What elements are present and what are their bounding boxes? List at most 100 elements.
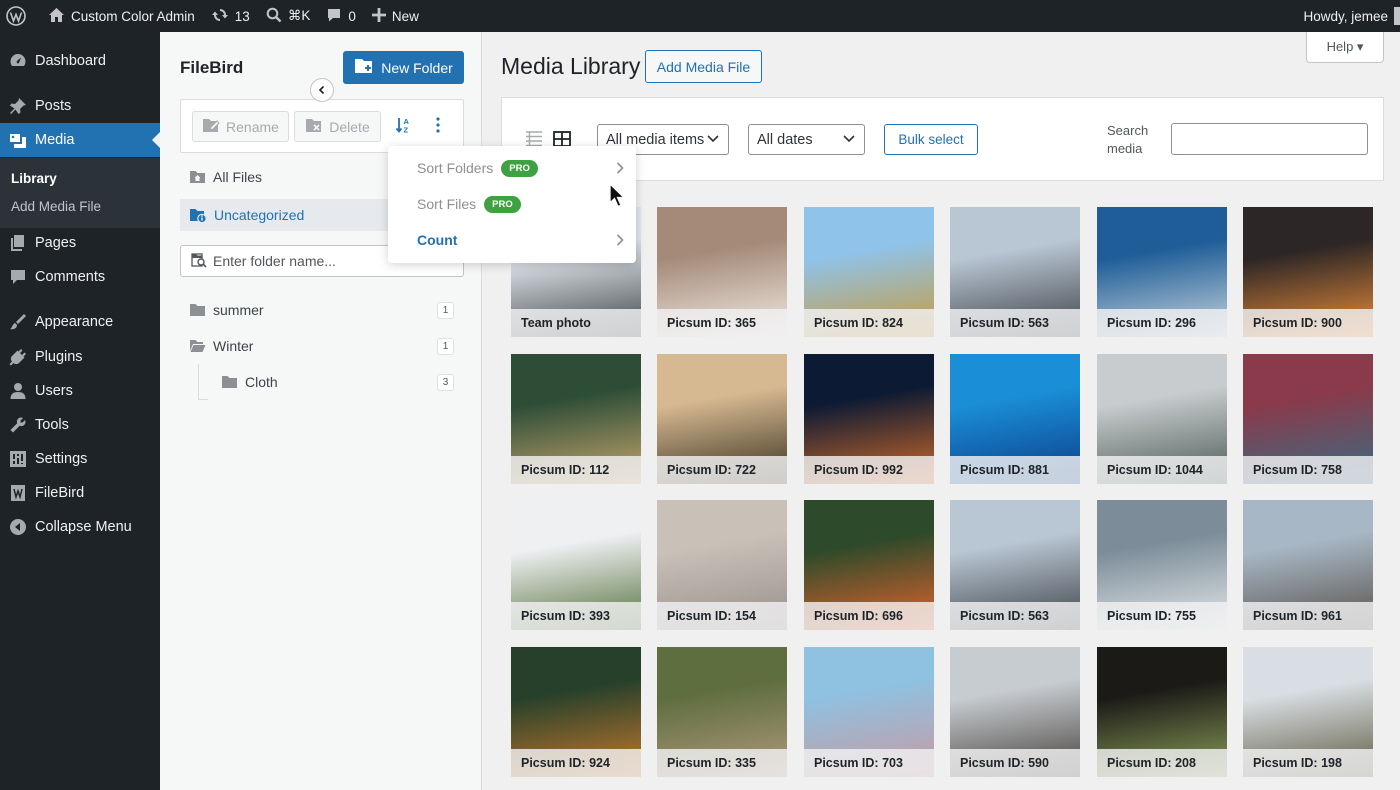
- menu-label: Collapse Menu: [35, 519, 132, 535]
- folder-summer[interactable]: summer 1: [180, 294, 464, 326]
- menu-count[interactable]: Count: [417, 230, 457, 250]
- media-thumbnail[interactable]: Picsum ID: 703: [804, 647, 934, 777]
- submenu-add-media-file[interactable]: Add Media File: [11, 199, 101, 214]
- folder-cloth[interactable]: Cloth 3: [212, 366, 464, 398]
- chevron-left-icon: [317, 82, 327, 98]
- admin-sidebar: Dashboard Posts Media Library Add Media …: [0, 32, 160, 790]
- thumbnail-caption: Picsum ID: 924: [511, 749, 641, 777]
- menu-item-label: Sort Files: [417, 196, 477, 212]
- media-thumbnail[interactable]: Picsum ID: 198: [1243, 647, 1373, 777]
- chevron-down-icon: [707, 135, 719, 143]
- menu-dashboard[interactable]: Dashboard: [0, 44, 160, 78]
- date-select[interactable]: All dates: [748, 124, 865, 155]
- folder-label: Uncategorized: [214, 207, 305, 223]
- tree-connector: [198, 364, 208, 400]
- media-thumbnail[interactable]: Picsum ID: 992: [804, 354, 934, 484]
- add-media-file-button[interactable]: Add Media File: [645, 50, 762, 83]
- search-media-label: Search media: [1107, 123, 1149, 156]
- comment-icon: [8, 267, 28, 287]
- menu-media[interactable]: Media: [0, 123, 160, 157]
- media-thumbnail[interactable]: Picsum ID: 961: [1243, 500, 1373, 630]
- thumbnail-caption: Picsum ID: 365: [657, 309, 787, 337]
- menu-tools[interactable]: Tools: [0, 408, 160, 442]
- search-media-input[interactable]: [1171, 123, 1368, 155]
- new-folder-label: New Folder: [381, 59, 453, 76]
- thumbnail-caption: Picsum ID: 703: [804, 749, 934, 777]
- wrench-icon: [8, 415, 28, 435]
- admin-search-link[interactable]: ⌘K: [258, 0, 319, 32]
- folder-label: All Files: [213, 169, 263, 185]
- thumbnail-caption: Team photo: [511, 309, 641, 337]
- menu-settings[interactable]: Settings: [0, 442, 160, 476]
- my-account[interactable]: Howdy, jemee: [1303, 0, 1400, 32]
- menu-label: Posts: [35, 98, 72, 114]
- thumbnail-caption: Picsum ID: 198: [1243, 749, 1373, 777]
- folder-label: summer: [213, 302, 264, 318]
- folder-count: 1: [437, 338, 454, 355]
- media-thumbnail[interactable]: Picsum ID: 881: [950, 354, 1080, 484]
- submenu-library[interactable]: Library: [11, 171, 57, 186]
- page-title: Media Library: [501, 53, 641, 79]
- thumbnail-caption: Picsum ID: 208: [1097, 749, 1227, 777]
- media-thumbnail[interactable]: Picsum ID: 393: [511, 500, 641, 630]
- menu-collapse[interactable]: Collapse Menu: [0, 510, 160, 544]
- media-thumbnail[interactable]: Picsum ID: 208: [1097, 647, 1227, 777]
- media-thumbnail[interactable]: Picsum ID: 154: [657, 500, 787, 630]
- media-thumbnail[interactable]: Picsum ID: 722: [657, 354, 787, 484]
- delete-button[interactable]: Delete: [294, 111, 381, 142]
- media-thumbnail[interactable]: Picsum ID: 563: [950, 207, 1080, 337]
- sort-button[interactable]: AZ: [394, 115, 414, 137]
- comments-count: 0: [348, 8, 356, 24]
- media-thumbnail[interactable]: Picsum ID: 755: [1097, 500, 1227, 630]
- folder-winter[interactable]: Winter 1: [180, 330, 464, 362]
- media-thumbnail[interactable]: Picsum ID: 758: [1243, 354, 1373, 484]
- new-folder-icon: [354, 57, 381, 78]
- menu-appearance[interactable]: Appearance: [0, 305, 160, 339]
- collapse-panel-button[interactable]: [310, 78, 334, 102]
- more-options-button[interactable]: [428, 115, 448, 137]
- filebird-title: FileBird: [180, 58, 244, 77]
- folder-toolbar: Rename Delete AZ: [180, 99, 464, 153]
- media-thumbnail[interactable]: Picsum ID: 696: [804, 500, 934, 630]
- new-content-link[interactable]: New: [364, 0, 427, 32]
- media-thumbnail[interactable]: Picsum ID: 900: [1243, 207, 1373, 337]
- menu-plugins[interactable]: Plugins: [0, 340, 160, 374]
- search-shortcut: ⌘K: [287, 8, 311, 23]
- menu-pages[interactable]: Pages: [0, 226, 160, 260]
- sort-icon: AZ: [395, 116, 413, 137]
- delete-label: Delete: [329, 118, 370, 135]
- menu-posts[interactable]: Posts: [0, 89, 160, 123]
- media-thumbnail[interactable]: Picsum ID: 296: [1097, 207, 1227, 337]
- thumbnail-caption: Picsum ID: 393: [511, 602, 641, 630]
- help-tab[interactable]: Help ▾: [1306, 32, 1384, 63]
- bulk-select-button[interactable]: Bulk select: [884, 124, 978, 155]
- updates-link[interactable]: 13: [203, 0, 258, 32]
- media-thumbnail[interactable]: Picsum ID: 563: [950, 500, 1080, 630]
- new-folder-button[interactable]: New Folder: [343, 51, 464, 84]
- media-thumbnail[interactable]: Picsum ID: 824: [804, 207, 934, 337]
- menu-sort-files[interactable]: Sort Files PRO: [417, 194, 521, 214]
- thumbnail-caption: Picsum ID: 992: [804, 456, 934, 484]
- media-thumbnail[interactable]: Picsum ID: 1044: [1097, 354, 1227, 484]
- list-view-icon[interactable]: [525, 131, 543, 147]
- menu-comments[interactable]: Comments: [0, 260, 160, 294]
- folder-count: 1: [437, 302, 454, 319]
- menu-sort-folders[interactable]: Sort Folders PRO: [417, 158, 627, 178]
- thumbnail-caption: Picsum ID: 335: [657, 749, 787, 777]
- grid-view-icon[interactable]: [553, 131, 571, 147]
- wordpress-logo-icon[interactable]: [0, 0, 40, 32]
- media-thumbnail[interactable]: Picsum ID: 112: [511, 354, 641, 484]
- folder-icon: [221, 375, 238, 389]
- thumbnail-caption: Picsum ID: 961: [1243, 602, 1373, 630]
- rename-label: Rename: [226, 118, 279, 135]
- media-thumbnail[interactable]: Picsum ID: 590: [950, 647, 1080, 777]
- menu-label: Plugins: [35, 349, 83, 365]
- site-name-link[interactable]: Custom Color Admin: [40, 0, 203, 32]
- menu-filebird[interactable]: FileBird: [0, 476, 160, 510]
- comments-link[interactable]: 0: [318, 0, 364, 32]
- media-thumbnail[interactable]: Picsum ID: 924: [511, 647, 641, 777]
- media-thumbnail[interactable]: Picsum ID: 365: [657, 207, 787, 337]
- media-thumbnail[interactable]: Picsum ID: 335: [657, 647, 787, 777]
- rename-button[interactable]: Rename: [192, 111, 289, 142]
- menu-users[interactable]: Users: [0, 374, 160, 408]
